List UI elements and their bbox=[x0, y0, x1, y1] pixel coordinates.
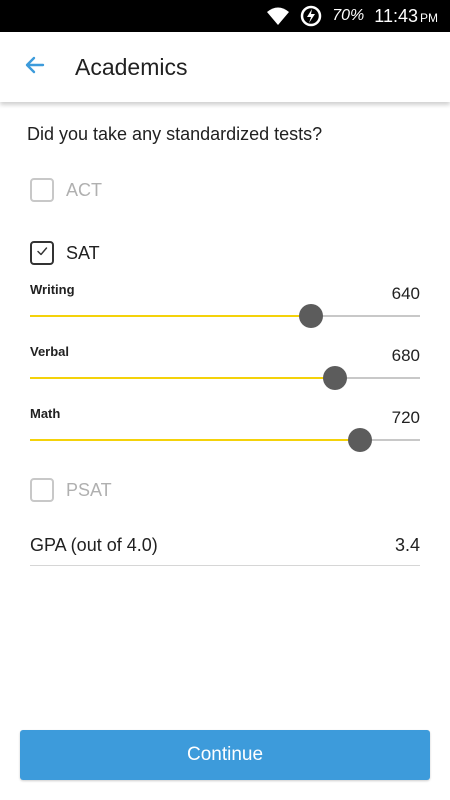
writing-slider-fill bbox=[30, 315, 312, 317]
clock: 11:43 PM bbox=[374, 6, 438, 27]
sat-label: SAT bbox=[66, 242, 100, 263]
arrow-left-icon bbox=[23, 53, 47, 82]
math-slider-fill bbox=[30, 439, 360, 441]
sat-checkbox-row[interactable]: SAT bbox=[30, 241, 100, 265]
writing-slider-track[interactable] bbox=[30, 304, 420, 328]
math-slider-value: 720 bbox=[391, 408, 420, 427]
psat-label: PSAT bbox=[66, 479, 112, 500]
tests-question: Did you take any standardized tests? bbox=[27, 124, 323, 144]
psat-checkbox[interactable] bbox=[30, 478, 54, 502]
math-slider-track[interactable] bbox=[30, 428, 420, 452]
verbal-slider-thumb[interactable] bbox=[322, 366, 347, 390]
psat-checkbox-row[interactable]: PSAT bbox=[30, 478, 112, 502]
act-checkbox-row[interactable]: ACT bbox=[30, 178, 102, 202]
page-title: Academics bbox=[75, 53, 188, 80]
battery-charging-icon bbox=[300, 5, 322, 27]
verbal-slider-fill bbox=[30, 377, 335, 379]
gpa-input[interactable] bbox=[340, 535, 420, 556]
clock-time: 11:43 bbox=[374, 5, 418, 26]
writing-slider: Writing 640 bbox=[30, 282, 420, 332]
math-slider-thumb[interactable] bbox=[347, 428, 372, 452]
continue-button[interactable]: Continue bbox=[20, 730, 430, 780]
app-bar: Academics bbox=[0, 32, 450, 102]
gpa-label: GPA (out of 4.0) bbox=[30, 535, 158, 555]
wifi-icon bbox=[266, 6, 290, 26]
writing-slider-label: Writing bbox=[30, 282, 75, 297]
verbal-slider-label: Verbal bbox=[30, 344, 70, 359]
writing-slider-thumb[interactable] bbox=[299, 304, 324, 328]
sat-checkbox[interactable] bbox=[30, 241, 54, 265]
math-slider-label: Math bbox=[30, 406, 61, 421]
writing-slider-value: 640 bbox=[391, 284, 420, 303]
gpa-field: GPA (out of 4.0) bbox=[30, 535, 420, 566]
verbal-slider-value: 680 bbox=[391, 346, 420, 365]
verbal-slider: Verbal 680 bbox=[30, 344, 420, 394]
verbal-slider-track[interactable] bbox=[30, 366, 420, 390]
status-bar: 70% 11:43 PM bbox=[0, 0, 450, 32]
clock-ampm: PM bbox=[420, 10, 438, 25]
back-button[interactable] bbox=[0, 32, 70, 102]
act-checkbox[interactable] bbox=[30, 178, 54, 202]
checkmark-icon bbox=[35, 244, 49, 263]
math-slider: Math 720 bbox=[30, 406, 420, 456]
battery-percent: 70% bbox=[332, 7, 365, 24]
act-label: ACT bbox=[66, 179, 102, 200]
